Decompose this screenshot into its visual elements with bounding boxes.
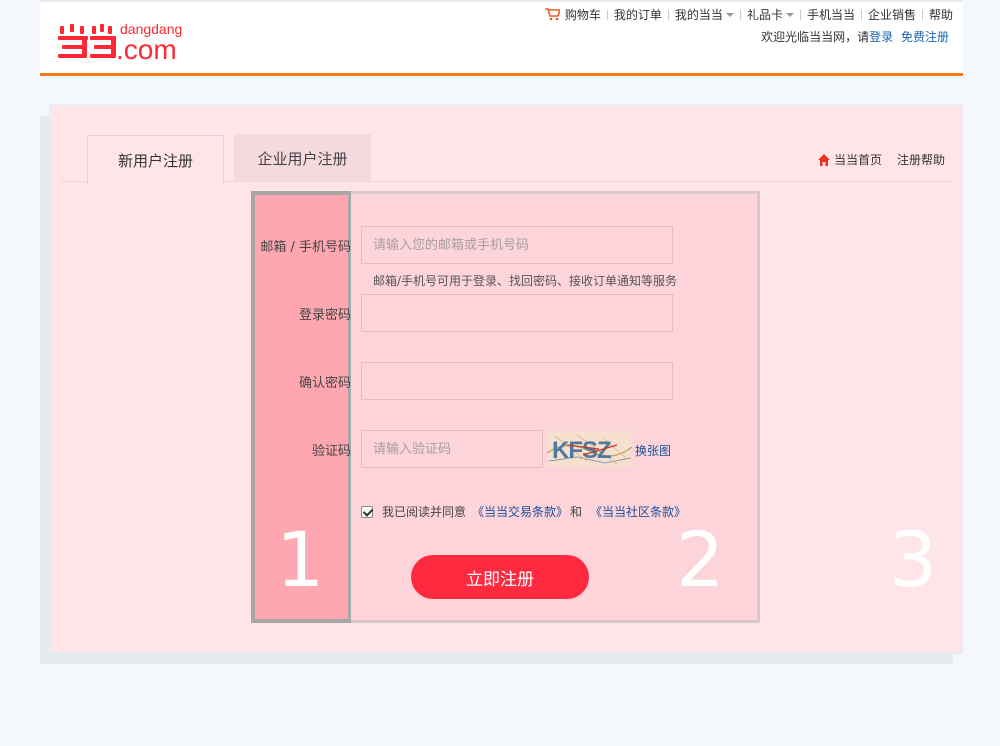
cart-icon bbox=[544, 8, 560, 21]
confirm-password-input[interactable] bbox=[361, 362, 673, 400]
home-link[interactable]: 当当首页 bbox=[834, 151, 882, 168]
nav-mobile[interactable]: 手机当当 bbox=[801, 6, 861, 23]
nav-mobile-label: 手机当当 bbox=[806, 8, 855, 22]
overlay-number-1: 1 bbox=[276, 515, 325, 604]
nav-my-dangdang-label: 我的当当 bbox=[674, 8, 723, 22]
captcha-input[interactable] bbox=[361, 430, 543, 468]
captcha-graphic: KFSZ bbox=[547, 431, 632, 467]
register-help-link[interactable]: 注册帮助 bbox=[897, 151, 945, 168]
password-input[interactable] bbox=[361, 294, 673, 332]
refresh-captcha-link[interactable]: 换张图 bbox=[635, 442, 671, 459]
welcome-text: 欢迎光临当当网，请 bbox=[761, 30, 870, 44]
nav-cart[interactable]: 购物车 bbox=[539, 6, 607, 23]
caret-down-icon bbox=[725, 12, 734, 17]
panel-links: 当当首页 注册帮助 bbox=[817, 151, 945, 168]
register-submit-button[interactable]: 立即注册 bbox=[411, 555, 589, 599]
agree-text: 我已阅读并同意 bbox=[382, 505, 467, 519]
tab-new-user-label: 新用户注册 bbox=[117, 151, 193, 170]
agreement-row: 我已阅读并同意 《当当交易条款》 和 《当当社区条款》 bbox=[361, 503, 686, 520]
svg-text:.com: .com bbox=[116, 34, 177, 62]
captcha-text: KFSZ bbox=[552, 437, 611, 464]
top-nav: 购物车 我的订单 我的当当 礼品卡 手机当当 企业销售 帮助 bbox=[539, 6, 959, 23]
home-icon bbox=[817, 153, 830, 166]
nav-enterprise-sales-label: 企业销售 bbox=[867, 8, 916, 22]
site-header: dangdang .com 购物车 我的订单 我的当当 礼品卡 手机当当 企业销… bbox=[40, 0, 963, 76]
email-input[interactable] bbox=[361, 226, 673, 264]
tab-new-user[interactable]: 新用户注册 bbox=[87, 135, 224, 184]
overlay-number-3: 3 bbox=[889, 515, 938, 604]
nav-cart-label: 购物车 bbox=[564, 8, 601, 22]
nav-enterprise-sales[interactable]: 企业销售 bbox=[862, 6, 922, 23]
agree-checkbox[interactable] bbox=[361, 505, 373, 518]
password-label: 登录密码 bbox=[298, 308, 351, 323]
nav-my-orders[interactable]: 我的订单 bbox=[608, 6, 668, 23]
nav-gift-card-label: 礼品卡 bbox=[746, 8, 783, 22]
register-link[interactable]: 免费注册 bbox=[901, 30, 949, 44]
email-hint: 邮箱/手机号可用于登录、找回密码、接收订单通知等服务 bbox=[373, 274, 678, 288]
login-link[interactable]: 登录 bbox=[869, 30, 893, 44]
email-label: 邮箱 / 手机号码 bbox=[260, 240, 351, 255]
nav-help-label: 帮助 bbox=[928, 8, 953, 22]
nav-my-dangdang[interactable]: 我的当当 bbox=[669, 6, 740, 23]
tab-enterprise-user[interactable]: 企业用户注册 bbox=[234, 134, 371, 182]
captcha-label: 验证码 bbox=[311, 444, 351, 459]
nav-my-orders-label: 我的订单 bbox=[613, 8, 662, 22]
tab-enterprise-user-label: 企业用户注册 bbox=[257, 149, 348, 168]
caret-down-icon bbox=[785, 12, 794, 17]
overlay-number-2: 2 bbox=[676, 515, 725, 604]
confirm-password-label: 确认密码 bbox=[298, 376, 351, 391]
and-text: 和 bbox=[570, 505, 583, 519]
community-terms-link[interactable]: 《当当社区条款》 bbox=[590, 503, 686, 520]
captcha-image[interactable]: KFSZ bbox=[547, 431, 632, 467]
welcome-bar: 欢迎光临当当网，请登录 免费注册 bbox=[761, 28, 949, 45]
dangdang-logo[interactable]: dangdang .com bbox=[56, 18, 196, 62]
nav-help[interactable]: 帮助 bbox=[923, 6, 959, 23]
nav-gift-card[interactable]: 礼品卡 bbox=[741, 6, 800, 23]
trade-terms-link[interactable]: 《当当交易条款》 bbox=[472, 503, 568, 520]
